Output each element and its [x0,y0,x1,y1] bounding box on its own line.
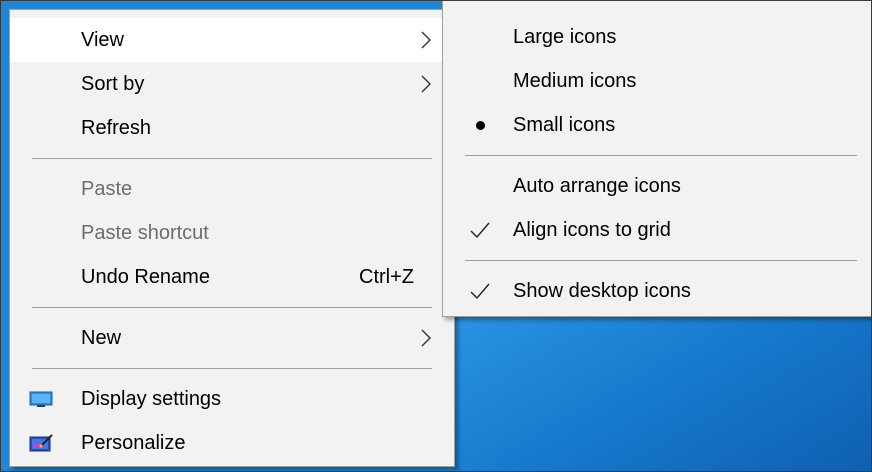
menu-item-label: Large icons [513,26,617,48]
menu-separator [32,307,432,308]
desktop-context-menu: View Sort by Refresh Paste Paste shortcu… [9,9,455,467]
personalize-icon [29,434,53,452]
monitor-icon [29,391,53,407]
menu-item-label: Auto arrange icons [513,175,681,197]
menu-item-label: Sort by [81,73,145,95]
submenu-item-auto-arrange[interactable]: Auto arrange icons [443,164,871,208]
menu-item-label: Show desktop icons [513,280,691,302]
desktop-background [453,291,871,471]
menu-item-label: Small icons [513,114,616,136]
chevron-right-icon [421,75,431,93]
menu-item-label: Display settings [81,388,222,410]
menu-item-new[interactable]: New [10,316,454,360]
menu-item-label: Personalize [81,432,186,454]
menu-separator [32,158,432,159]
chevron-right-icon [421,329,431,347]
menu-item-label: Medium icons [513,70,637,92]
menu-item-undo-rename[interactable]: Undo Rename Ctrl+Z [10,255,454,299]
menu-item-label: Paste shortcut [81,222,209,244]
menu-item-label: Refresh [81,117,152,139]
submenu-item-large-icons[interactable]: Large icons [443,15,871,59]
checkmark-icon [470,222,490,239]
menu-item-label: Paste [81,178,133,200]
menu-item-label: View [81,29,124,51]
view-submenu: Large icons Medium icons Small icons Aut… [442,1,871,317]
chevron-right-icon [421,31,431,49]
menu-item-personalize[interactable]: Personalize [10,421,454,465]
menu-item-label: Undo Rename [81,266,210,288]
menu-item-display-settings[interactable]: Display settings [10,377,454,421]
screenshot-frame: View Sort by Refresh Paste Paste shortcu… [0,0,872,472]
menu-item-label: Align icons to grid [513,219,671,241]
submenu-item-show-desktop-icons[interactable]: Show desktop icons [443,269,871,313]
menu-separator [465,260,857,261]
menu-item-paste-shortcut[interactable]: Paste shortcut [10,211,454,255]
menu-item-view[interactable]: View [10,18,454,62]
submenu-item-small-icons[interactable]: Small icons [443,103,871,147]
keyboard-shortcut: Ctrl+Z [359,266,414,288]
submenu-item-align-to-grid[interactable]: Align icons to grid [443,208,871,252]
menu-separator [32,368,432,369]
checkmark-icon [470,283,490,300]
menu-item-label: New [81,327,122,349]
submenu-item-medium-icons[interactable]: Medium icons [443,59,871,103]
menu-item-refresh[interactable]: Refresh [10,106,454,150]
menu-item-sort-by[interactable]: Sort by [10,62,454,106]
bullet-icon [476,121,485,130]
menu-separator [465,155,857,156]
menu-item-paste[interactable]: Paste [10,167,454,211]
